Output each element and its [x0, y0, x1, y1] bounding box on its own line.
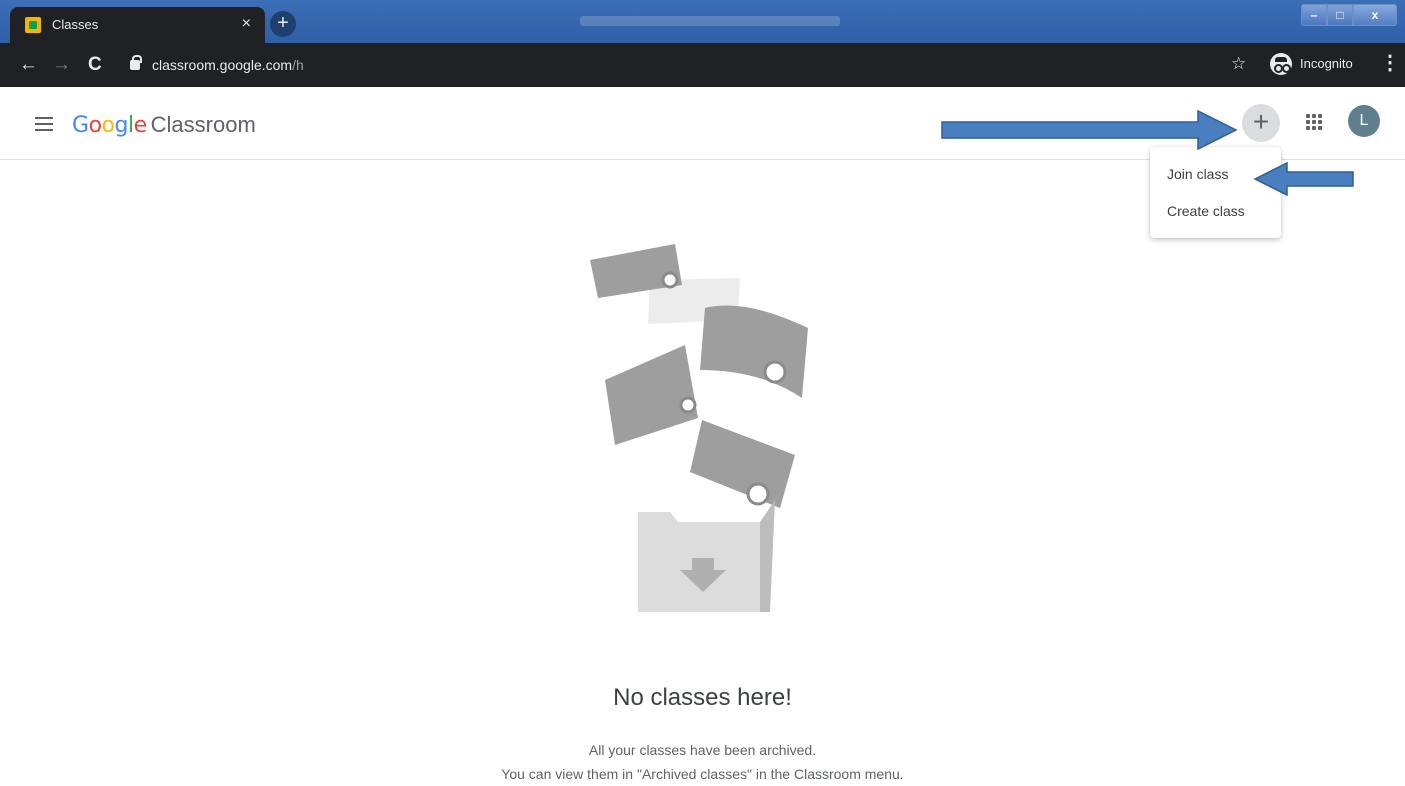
tab-close-icon[interactable]: × [242, 14, 251, 34]
product-name: Classroom [150, 112, 256, 137]
empty-classes-illustration [590, 244, 808, 612]
star-icon[interactable]: ☆ [1231, 55, 1246, 73]
address-bar: ← → C classroom.google.com/h ☆ Incognito… [0, 43, 1405, 87]
empty-state-hint: You can view them in "Archived classes" … [501, 766, 904, 782]
maximize-button[interactable]: □ [1327, 4, 1353, 26]
forward-icon[interactable]: → [52, 54, 71, 76]
empty-state-message: All your classes have been archived. [588, 742, 817, 758]
new-tab-button[interactable]: + [270, 11, 296, 37]
create-class-menu-item[interactable]: Create class [1167, 203, 1245, 219]
back-icon[interactable]: ← [19, 54, 38, 76]
google-wordmark: Google [72, 113, 147, 138]
minimize-button[interactable]: – [1301, 4, 1327, 26]
lock-icon[interactable] [130, 55, 142, 70]
incognito-label[interactable]: Incognito [1300, 56, 1353, 71]
google-classroom-logo[interactable]: Google Classroom [72, 111, 256, 138]
close-window-button[interactable]: x [1353, 4, 1397, 26]
kebab-menu-icon[interactable]: ⋮ [1380, 52, 1400, 74]
empty-state-title: No classes here! [613, 684, 792, 711]
title-bar: Classes × + – □ x [0, 0, 1405, 43]
hamburger-icon[interactable] [35, 117, 53, 131]
join-class-menu-item[interactable]: Join class [1167, 166, 1228, 182]
url-text: classroom.google.com/h [152, 57, 304, 73]
annotation-arrow-right [941, 109, 1238, 151]
classroom-favicon-icon [25, 17, 41, 33]
reload-icon[interactable]: C [88, 54, 102, 76]
incognito-icon[interactable] [1270, 53, 1292, 75]
browser-tab[interactable]: Classes × [10, 7, 265, 43]
add-class-button[interactable]: + [1242, 104, 1280, 142]
annotation-arrow-left [1253, 161, 1354, 197]
tab-title: Classes [52, 17, 99, 32]
window-title-blurred [580, 16, 840, 26]
apps-grid-icon[interactable] [1305, 113, 1323, 131]
account-avatar[interactable]: L [1348, 105, 1380, 137]
url-input[interactable]: classroom.google.com/h [118, 51, 1263, 80]
